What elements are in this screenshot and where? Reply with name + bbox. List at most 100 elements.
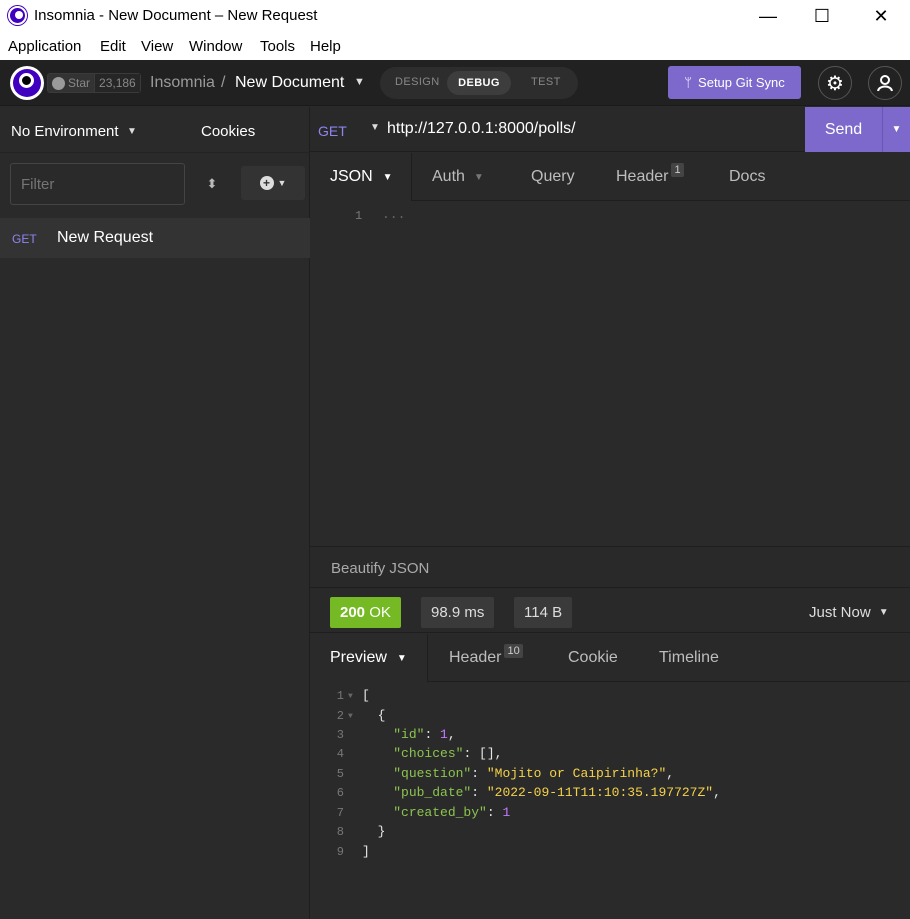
line-number: 5 [336,767,344,781]
status-badge: 200 OK [330,597,401,628]
code-line: "choices": [], [393,746,503,761]
insomnia-logo[interactable] [10,66,44,100]
fold-toggle-icon[interactable]: ▼ [348,692,353,701]
code-line: "id": 1, [393,727,456,742]
response-status-bar: 200 OK 98.9 ms 114 B Just Now ▼ [310,587,910,633]
chevron-down-icon: ▼ [382,171,393,183]
mode-switcher: DESIGN DEBUG TEST [380,67,578,99]
settings-button[interactable]: ⚙ [818,66,852,100]
sidebar-request-item[interactable]: GET New Request [0,218,310,258]
close-button[interactable]: ✕ [853,0,909,33]
breadcrumb-document[interactable]: New Document [235,74,344,92]
mode-tab-design[interactable]: DESIGN [395,76,440,88]
send-options-dropdown[interactable]: ▼ [882,107,910,152]
line-number: 7 [336,806,344,820]
json-punct: , [713,785,721,800]
cookies-button[interactable]: Cookies [201,123,255,140]
tab-auth[interactable]: Auth ▼ [432,153,484,201]
breadcrumb-app[interactable]: Insomnia [150,74,215,92]
filter-input[interactable] [10,163,185,205]
plus-circle-icon: + [259,176,274,190]
tab-docs[interactable]: Docs [729,153,765,201]
menu-window[interactable]: Window [189,38,242,55]
tab-preview-label: Preview [330,649,387,666]
account-button[interactable] [868,66,902,100]
tab-auth-label: Auth [432,168,465,185]
menu-view[interactable]: View [141,38,173,55]
chevron-down-icon: ▼ [277,178,287,188]
menu-help[interactable]: Help [310,38,341,55]
request-body-editor[interactable]: 1 ... [310,201,910,546]
mode-tab-debug[interactable]: DEBUG [447,71,511,95]
line-number: 2 [336,709,344,723]
environment-dropdown[interactable]: No Environment [11,123,119,140]
document-dropdown-icon[interactable]: ▼ [354,76,365,88]
add-request-button[interactable]: + ▼ [241,166,305,200]
tab-timeline-label: Timeline [659,649,719,666]
git-branch-icon: ᛘ [684,75,693,90]
tab-json[interactable]: JSON ▼ [310,153,412,201]
response-size: 114 B [514,597,573,628]
send-button[interactable]: Send [805,107,882,152]
environment-chevron-icon[interactable]: ▼ [127,126,137,137]
json-value: [] [479,746,495,761]
json-key: "id" [393,727,425,742]
tab-response-header[interactable]: Header 10 [449,634,523,682]
request-name: New Request [57,229,154,246]
maximize-button[interactable]: ☐ [794,0,850,33]
gear-icon: ⚙ [826,72,844,95]
code-line: "created_by": 1 [393,805,511,820]
code-line: ] [362,844,370,859]
json-value: 1 [502,805,511,820]
git-sync-label: Setup Git Sync [698,75,785,90]
method-selector[interactable]: GET [318,123,347,139]
tab-cookie[interactable]: Cookie [568,634,618,682]
tab-response-header-label: Header [449,649,502,666]
tab-header[interactable]: Header 1 [616,153,684,201]
tab-query-label: Query [531,168,575,185]
tab-query[interactable]: Query [531,153,575,201]
json-key: "question" [393,766,472,781]
line-number: 3 [336,728,344,742]
line-number: 4 [336,747,344,761]
beautify-json-button[interactable]: Beautify JSON [310,546,910,587]
response-time-label: Just Now [809,604,871,621]
method-chevron-icon[interactable]: ▼ [370,122,380,133]
code-line: } [362,824,386,839]
sort-icon[interactable]: ⬍ [199,163,225,205]
response-history-dropdown[interactable]: Just Now ▼ [799,597,899,628]
window-titlebar: Insomnia - New Document – New Request — … [0,0,910,33]
json-value: "Mojito or Caipirinha?" [486,766,667,781]
status-code: 200 [340,604,366,621]
response-tabs: Preview ▼ Header 10 Cookie Timeline [310,634,910,682]
code-line: "pub_date": "2022-09-11T11:10:35.197727Z… [393,785,721,800]
github-star-button[interactable]: Star 23,186 [47,73,141,93]
setup-git-sync-button[interactable]: ᛘ Setup Git Sync [668,66,801,99]
user-icon [877,75,893,92]
tab-timeline[interactable]: Timeline [659,634,719,682]
line-number: 1 [336,689,344,703]
json-punct: , [494,746,503,761]
request-panel: GET ▼ http://127.0.0.1:8000/polls/ Send … [310,107,910,919]
sidebar-header: No Environment ▼ Cookies [0,107,310,153]
menu-tools[interactable]: Tools [260,38,295,55]
line-number: 6 [336,786,344,800]
minimize-button[interactable]: — [740,0,796,33]
line-number: 1 [355,209,363,223]
tab-docs-label: Docs [729,168,766,185]
status-text: OK [369,604,391,621]
tab-cookie-label: Cookie [568,649,618,666]
tab-preview[interactable]: Preview ▼ [310,634,428,682]
breadcrumb-separator: / [221,74,226,91]
insomnia-app-icon [8,6,27,25]
json-value: "2022-09-11T11:10:35.197727Z" [486,785,714,800]
menu-application[interactable]: Application [8,38,81,55]
menu-edit[interactable]: Edit [100,38,126,55]
mode-tab-test[interactable]: TEST [531,76,561,88]
fold-toggle-icon[interactable]: ▼ [348,712,353,721]
json-punct: , [666,766,675,781]
request-method-badge: GET [12,232,37,246]
json-key: "choices" [393,746,464,761]
json-key: "created_by" [393,805,487,820]
url-input[interactable]: http://127.0.0.1:8000/polls/ [387,120,576,138]
